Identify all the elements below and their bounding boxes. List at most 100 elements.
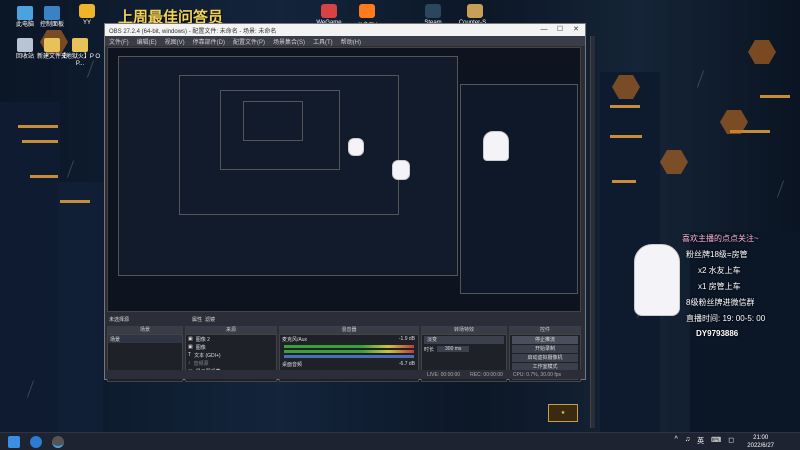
start-recording-button[interactable]: 开始录制 [512,345,578,353]
obs-window[interactable]: OBS 27.2.4 (64-bit, windows) - 配置文件: 未命名… [104,23,586,382]
wallpaper-building [58,182,103,432]
wallpaper-window-light [610,105,640,108]
menu-help[interactable]: 帮助(H) [341,37,361,46]
menu-docks[interactable]: 停靠部件(D) [193,37,225,46]
obs-window-title: OBS 27.2.4 (64-bit, windows) - 配置文件: 未命名… [109,28,277,35]
duration-label: 时长 [424,346,435,353]
overlay-line: 8级粉丝牌进微信群 [686,298,755,307]
mixer-channel-name: 麦克风/Aux [282,336,308,343]
menu-view[interactable]: 视图(V) [165,37,185,46]
tray-keyboard-icon[interactable]: ⌨ [711,436,721,446]
no-source-selected: 未选择源 [109,316,130,323]
overlay-line: 直播时间: 19: 00-5: 00 [686,314,766,323]
volume-meter [284,350,414,353]
mascot-image [348,138,364,156]
source-item-label: 图像 [195,344,206,351]
tray-audio-icon[interactable]: ♫ [685,436,690,446]
obs-menubar: 文件(F) 编辑(E) 视图(V) 停靠部件(D) 配置文件(P) 场景集合(S… [105,36,585,46]
mixer-channel-db: -1.9 dB [398,336,415,342]
wallpaper-window-light [60,200,90,203]
maximize-button[interactable]: ☐ [553,24,567,36]
mixer-channel-db: -6.7 dB [398,361,415,367]
minimize-button[interactable]: — [537,24,551,36]
windows-start-icon[interactable] [8,435,20,448]
duration-input[interactable]: 300 ms [437,346,470,352]
obs-taskbar-icon[interactable] [52,435,64,448]
taskbar: ^ ♫ 英 ⌨ ◻ 21:00 2022/6/27 [0,432,800,450]
menu-edit[interactable]: 编辑(E) [137,37,157,46]
transitions-header: 转场特效 [421,326,507,334]
source-item[interactable]: ▣ 图像 [186,343,276,351]
desktop-icon-pop-folder[interactable]: 【地狱火】P O P... [55,38,105,67]
wallpaper-window-light [760,95,790,98]
transition-select[interactable]: 淡变 [424,336,504,344]
wallpaper-window-light [30,175,58,178]
volume-meter [284,345,414,348]
controls-header: 控件 [509,326,581,334]
recursive-preview [243,101,303,141]
rec-status: REC: 00:00:00 [470,371,503,378]
wegame-icon [321,4,337,18]
source-toolbar: 未选择源 属性 滤镜 [107,314,581,324]
menu-tools[interactable]: 工具(T) [313,37,333,46]
scenes-header: 场景 [107,326,183,334]
scene-item-label: 场景 [110,336,121,343]
streamer-logo-badge: ★ [548,404,578,422]
wallpaper-rain [696,70,705,88]
audio-icon: ♪ [188,360,191,366]
properties-button[interactable]: 属性 [192,316,202,323]
mixer-channel: 桌面音频 -6.7 dB [280,360,418,368]
source-item-label: 图像 2 [195,336,210,343]
text-icon: T [188,352,192,358]
desktop-icon-label: 控制面板 [39,22,64,28]
system-tray: ^ ♫ 英 ⌨ ◻ [675,436,734,446]
obs-preview-canvas[interactable] [107,47,581,312]
mixer-header: 混音器 [279,326,419,334]
image-icon: ▣ [188,336,193,342]
overlay-line: x2 水友上车 [698,266,741,275]
wallpaper-hexagon [748,40,776,64]
filters-button[interactable]: 滤镜 [205,316,215,323]
menu-profile[interactable]: 配置文件(P) [233,37,265,46]
obs-titlebar[interactable]: OBS 27.2.4 (64-bit, windows) - 配置文件: 未命名… [105,24,585,36]
wallpaper-window-light [610,135,642,138]
volume-slider[interactable] [284,355,414,358]
live-status: LIVE: 00:00:00 [427,371,461,378]
scene-item[interactable]: 场景 [108,335,182,343]
tray-chevron-icon[interactable]: ^ [675,436,678,446]
overlay-line: 粉丝牌18级=房管 [686,250,748,259]
counter-strike-icon [467,4,483,18]
source-item[interactable]: T 文本 (GDI+) [186,351,276,359]
menu-file[interactable]: 文件(F) [109,37,129,46]
recursive-preview [220,90,340,170]
mixer-channel: 麦克风/Aux -1.9 dB [280,335,418,343]
overlay-line: x1 房管上车 [698,282,741,291]
source-item[interactable]: ▣ 图像 2 [186,335,276,343]
scrollbar[interactable] [590,36,595,428]
menu-scene-collection[interactable]: 场景集合(S) [273,37,305,46]
douyu-icon [359,4,375,18]
wallpaper-window-light [22,140,58,143]
wallpaper-window-light [612,180,636,183]
stop-streaming-button[interactable]: 停止推流 [512,336,578,344]
image-icon: ▣ [188,344,193,350]
tray-language-icon[interactable]: 英 [697,436,704,446]
control-panel-icon [44,6,60,20]
folder-icon [72,38,88,52]
start-virtual-camera-button[interactable]: 启动虚拟摄像机 [512,354,578,362]
source-item[interactable]: ♪ 音频源 [186,359,276,367]
sources-header: 来源 [185,326,277,334]
source-item-label: 文本 (GDI+) [194,352,221,359]
close-button[interactable]: ✕ [569,24,583,36]
taskbar-clock[interactable]: 21:00 2022/6/27 [747,434,774,450]
cpu-status: CPU: 0.7%, 30.00 fps [512,371,561,378]
wallpaper-hexagon [660,150,688,174]
edge-browser-icon[interactable] [30,435,42,448]
clock-time: 21:00 [753,435,769,441]
tray-notification-icon[interactable]: ◻ [728,436,734,446]
wallpaper-window-light [18,125,58,128]
wallpaper-rain [776,180,785,198]
transition-duration-row: 时长 300 ms [422,345,506,353]
yy-icon [79,4,95,18]
recursive-preview [460,84,578,294]
